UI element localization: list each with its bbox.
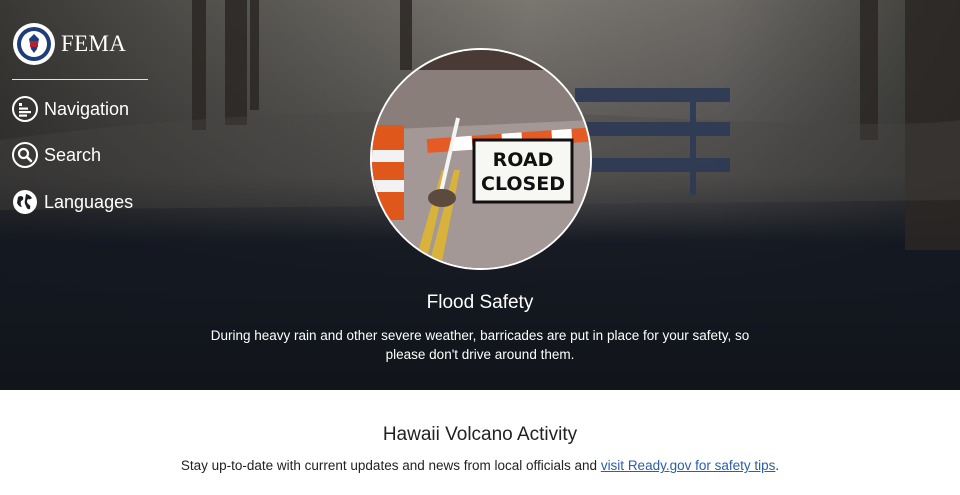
- road-closed-photo: ROAD CLOSED: [370, 48, 592, 270]
- hero-title: Flood Safety: [426, 292, 534, 313]
- section-title: Hawaii Volcano Activity: [382, 424, 578, 445]
- fema-logo[interactable]: FEMA: [12, 22, 126, 66]
- section-description: Stay up-to-date with current updates and…: [180, 456, 780, 475]
- brand-name: FEMA: [61, 31, 127, 56]
- menu-lines-icon: [12, 96, 38, 122]
- nav-navigation-label: Navigation: [44, 98, 130, 119]
- nav-search-label: Search: [44, 144, 102, 165]
- nav-languages[interactable]: Languages: [12, 189, 133, 215]
- dhs-seal-icon: [13, 23, 55, 65]
- search-icon: [12, 142, 38, 168]
- nav-search[interactable]: Search: [12, 142, 101, 168]
- nav-divider: [12, 79, 148, 80]
- section-text: Stay up-to-date with current updates and…: [180, 458, 601, 473]
- sign-line2: CLOSED: [481, 173, 565, 195]
- nav-navigation[interactable]: Navigation: [12, 96, 129, 122]
- hero-banner: FEMA Navigation Search Languages ROAD CL…: [0, 0, 960, 390]
- nav-languages-label: Languages: [44, 191, 134, 212]
- section-text-end: .: [775, 458, 780, 473]
- globe-icon: [13, 190, 37, 214]
- hero-description: During heavy rain and other severe weath…: [210, 328, 750, 362]
- ready-gov-link[interactable]: visit Ready.gov for safety tips: [601, 458, 776, 473]
- sign-line1: ROAD: [493, 149, 554, 171]
- road-closed-scene: ROAD CLOSED: [372, 50, 590, 268]
